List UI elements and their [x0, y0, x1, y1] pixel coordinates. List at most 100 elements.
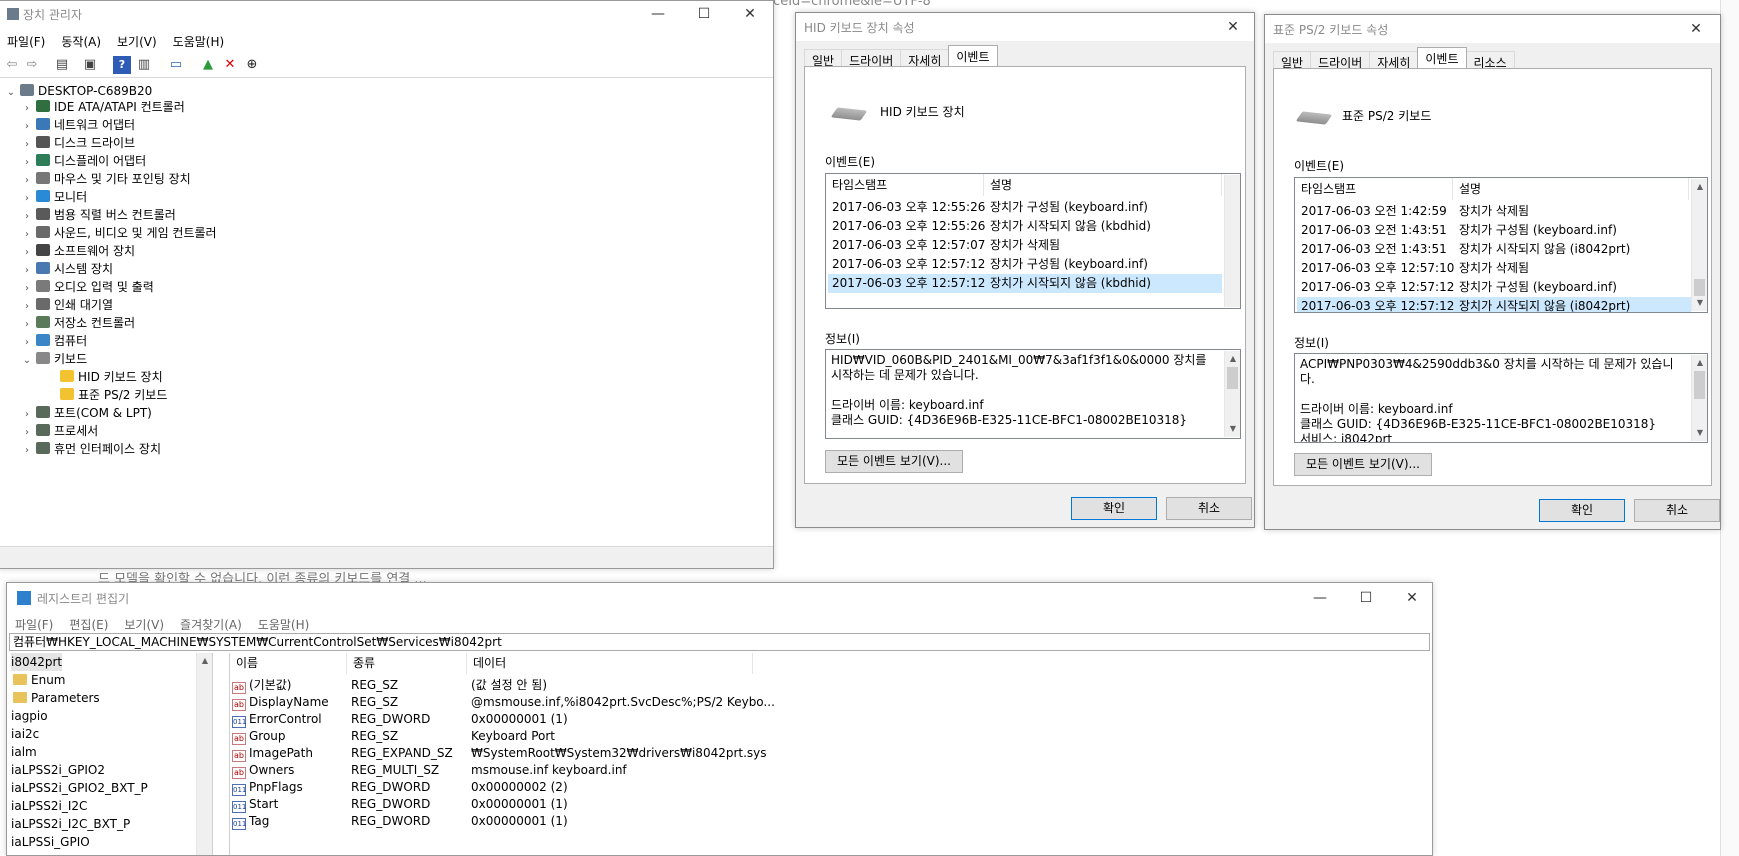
menu-file[interactable]: 파일(F) — [0, 30, 53, 53]
hid-dialog-close-icon[interactable]: ✕ — [1210, 14, 1254, 40]
registry-key[interactable]: Enum — [13, 671, 65, 689]
ps2-events-list[interactable]: 타임스탬프 설명 2017-06-03 오전 1:42:59 장치가 삭제됨 201… — [1294, 177, 1708, 313]
registry-value-row[interactable]: 011 ErrorControl REG_DWORD 0x00000001 (1) — [230, 711, 1030, 728]
tree-category[interactable]: › 시스템 장치 — [20, 260, 113, 278]
scroll-down-icon[interactable]: ▼ — [1692, 295, 1707, 311]
registry-value-row[interactable]: 011 Tag REG_DWORD 0x00000001 (1) — [230, 813, 1030, 830]
registry-key[interactable]: iaLPSS2i_GPIO2 — [11, 761, 105, 779]
tree-category[interactable]: › 휴먼 인터페이스 장치 — [20, 440, 161, 458]
registry-minimize-icon[interactable]: — — [1297, 585, 1343, 611]
show-hide-icon[interactable]: ▣ — [81, 56, 99, 74]
registry-value-row[interactable]: ab (기본값) REG_SZ (값 설정 안 됨) — [230, 677, 1030, 694]
minimize-icon[interactable]: — — [635, 1, 681, 27]
registry-value-row[interactable]: ab DisplayName REG_SZ @msmouse.inf,%i8042pr… — [230, 694, 1030, 711]
hid-info-scrollbar[interactable]: ▲ ▼ — [1224, 351, 1240, 437]
reg-col-type[interactable]: 종류 — [347, 653, 467, 674]
event-row[interactable]: 2017-06-03 오후 12:55:26 장치가 구성됨 (keyboard.… — [828, 198, 1222, 217]
hid-events-list[interactable]: 타임스탬프 설명 2017-06-03 오후 12:55:26 장치가 구성됨 (… — [825, 173, 1241, 309]
maximize-icon[interactable]: ☐ — [681, 1, 727, 27]
event-row[interactable]: 2017-06-03 오후 12:57:07 장치가 삭제됨 — [828, 236, 1222, 255]
ps2-ok-button[interactable]: 확인 — [1539, 499, 1625, 522]
registry-value-row[interactable]: 011 Start REG_DWORD 0x00000001 (1) — [230, 796, 1030, 813]
update-driver-icon[interactable]: ▲ — [199, 56, 217, 74]
chevron-down-icon[interactable]: ⌄ — [20, 352, 34, 370]
tree-category[interactable]: › 프로세서 — [20, 422, 98, 440]
tree-category[interactable]: › 디스플레이 어댑터 — [20, 152, 146, 170]
ps2-view-all-events-button[interactable]: 모든 이벤트 보기(V)... — [1294, 453, 1432, 476]
tree-category[interactable]: › 저장소 컨트롤러 — [20, 314, 135, 332]
registry-key[interactable]: ialm — [11, 743, 37, 761]
hid-ok-button[interactable]: 확인 — [1071, 497, 1157, 520]
scroll-down-icon[interactable]: ▼ — [1225, 421, 1240, 437]
event-row[interactable]: 2017-06-03 오후 12:57:10 장치가 삭제됨 — [1297, 259, 1691, 278]
tree-category[interactable]: › 모니터 — [20, 188, 87, 206]
tree-category[interactable]: › 네트워크 어댑터 — [20, 116, 135, 134]
hid-info-box[interactable]: HID₩VID_060B&PID_2401&MI_00₩7&3af1f3f1&0… — [825, 349, 1241, 439]
device-manager-titlebar[interactable]: 장치 관리자 — ☐ ✕ — [0, 1, 773, 27]
forward-arrow-icon[interactable]: ⇨ — [23, 56, 41, 74]
tree-category[interactable]: › 범용 직렬 버스 컨트롤러 — [20, 206, 176, 224]
properties-sheet-icon[interactable]: ▤ — [53, 56, 71, 74]
tree-category[interactable]: › 소프트웨어 장치 — [20, 242, 135, 260]
hid-events-scrollbar[interactable] — [1224, 175, 1240, 307]
tree-category[interactable]: › 인쇄 대기열 — [20, 296, 113, 314]
ps2-info-scrollbar[interactable]: ▲ ▼ — [1691, 355, 1707, 441]
chevron-down-icon[interactable]: ⌄ — [4, 84, 18, 102]
registry-key[interactable]: iaLPSS2i_I2C_BXT_P — [11, 815, 130, 833]
chevron-right-icon[interactable]: › — [20, 442, 34, 460]
registry-key[interactable]: iai2c — [11, 725, 39, 743]
ps2-events-scroll-thumb[interactable] — [1694, 279, 1705, 296]
tree-category[interactable]: › 오디오 입력 및 출력 — [20, 278, 154, 296]
registry-maximize-icon[interactable]: ☐ — [1343, 585, 1389, 611]
ps2-col-timestamp[interactable]: 타임스탬프 — [1295, 178, 1453, 200]
menu-action[interactable]: 동작(A) — [53, 30, 109, 53]
tree-device[interactable]: 표준 PS/2 키보드 — [58, 386, 167, 404]
registry-key[interactable]: iaLPSS2i_GPIO2_BXT_P — [11, 779, 148, 797]
registry-key[interactable]: iaLPSS2i_I2C — [11, 797, 87, 815]
hid-cancel-button[interactable]: 취소 — [1166, 497, 1252, 520]
registry-tree-scrollbar[interactable]: ▲ — [196, 653, 212, 855]
ps2-col-description[interactable]: 설명 — [1453, 178, 1689, 200]
properties-icon[interactable]: ▥ — [135, 56, 153, 74]
registry-key[interactable]: iaLPSSi_GPIO — [11, 833, 90, 851]
ps2-info-scroll-thumb[interactable] — [1694, 371, 1705, 399]
registry-value-row[interactable]: ab ImagePath REG_EXPAND_SZ ₩SystemRoot₩Syst… — [230, 745, 1030, 762]
event-row[interactable]: 2017-06-03 오후 12:55:26 장치가 시작되지 않음 (kbdhi… — [828, 217, 1222, 236]
event-row[interactable]: 2017-06-03 오전 1:43:51 장치가 시작되지 않음 (i8042p… — [1297, 240, 1691, 259]
ps2-dialog-titlebar[interactable]: 표준 PS/2 키보드 속성 ✕ — [1265, 15, 1720, 43]
reg-col-data[interactable]: 데이터 — [467, 653, 753, 674]
menu-view[interactable]: 보기(V) — [109, 30, 165, 53]
ps2-events-scrollbar[interactable]: ▲ ▼ — [1691, 179, 1707, 311]
menu-help[interactable]: 도움말(H) — [165, 30, 233, 53]
ps2-dialog-close-icon[interactable]: ✕ — [1673, 16, 1719, 42]
registry-value-row[interactable]: ab Owners REG_MULTI_SZ msmouse.inf keyboard… — [230, 762, 1030, 779]
ps2-tab-events[interactable]: 이벤트 — [1417, 47, 1467, 69]
hid-col-timestamp[interactable]: 타임스탬프 — [826, 174, 984, 196]
event-row[interactable]: 2017-06-03 오후 12:57:12 장치가 시작되지 않음 (i8042… — [1297, 297, 1691, 312]
ps2-info-box[interactable]: ACPI₩PNP0303₩4&2590ddb3&0 장치를 시작하는 데 문제가… — [1294, 353, 1708, 443]
help-icon[interactable]: ? — [113, 56, 131, 74]
registry-key[interactable]: iagpio — [11, 707, 48, 725]
tree-category[interactable]: › IDE ATA/ATAPI 컨트롤러 — [20, 98, 185, 116]
hid-dialog-titlebar[interactable]: HID 키보드 장치 속성 ✕ — [796, 13, 1254, 41]
tree-category[interactable]: › 사운드, 비디오 및 게임 컨트롤러 — [20, 224, 217, 242]
reg-col-name[interactable]: 이름 — [230, 653, 347, 674]
registry-address-bar[interactable]: 컴퓨터₩HKEY_LOCAL_MACHINE₩SYSTEM₩CurrentCon… — [9, 633, 1430, 651]
ps2-cancel-button[interactable]: 취소 — [1634, 499, 1720, 522]
registry-key[interactable]: i8042prt — [11, 653, 63, 671]
tree-category[interactable]: › 컴퓨터 — [20, 332, 87, 350]
tree-device[interactable]: HID 키보드 장치 — [58, 368, 163, 386]
scroll-down-icon[interactable]: ▼ — [1692, 425, 1707, 441]
registry-value-row[interactable]: 011 PnpFlags REG_DWORD 0x00000002 (2) — [230, 779, 1030, 796]
download-icon[interactable]: ⊕ — [243, 56, 261, 74]
scroll-up-icon[interactable]: ▲ — [1225, 351, 1240, 367]
event-row[interactable]: 2017-06-03 오후 12:57:12 장치가 시작되지 않음 (kbdhi… — [828, 274, 1222, 293]
scan-hardware-icon[interactable]: ▭ — [167, 56, 185, 74]
tree-category[interactable]: ⌄ 키보드 — [20, 350, 87, 368]
hid-info-scroll-thumb[interactable] — [1227, 367, 1238, 389]
hid-col-description[interactable]: 설명 — [984, 174, 1222, 196]
scroll-up-icon[interactable]: ▲ — [1692, 179, 1707, 195]
registry-close-icon[interactable]: ✕ — [1389, 585, 1432, 611]
event-row[interactable]: 2017-06-03 오후 12:57:12 장치가 구성됨 (keyboard.… — [828, 255, 1222, 274]
uninstall-device-icon[interactable]: ✕ — [221, 56, 239, 74]
